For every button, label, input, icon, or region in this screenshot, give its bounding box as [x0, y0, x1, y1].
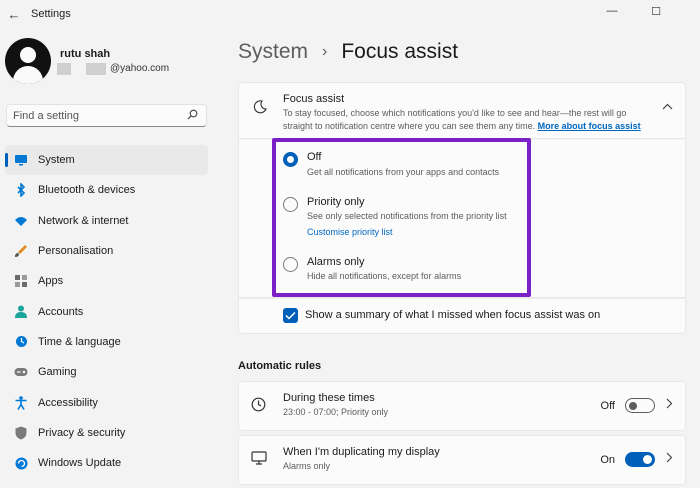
rule-subtitle: Alarms only	[283, 461, 331, 471]
email-redaction-block	[86, 63, 106, 75]
toggle-state-label: Off	[600, 400, 615, 412]
moon-icon	[253, 100, 267, 117]
clock-icon	[251, 397, 266, 416]
sidebar-item-label: System	[38, 154, 75, 167]
maximize-icon: ☐	[651, 5, 661, 18]
minimize-icon: —	[606, 5, 618, 17]
breadcrumb-parent[interactable]: System	[238, 40, 308, 64]
avatar[interactable]	[5, 38, 51, 84]
sidebar-item-label: Accounts	[38, 305, 84, 318]
sidebar-item-accounts[interactable]: Accounts	[5, 296, 208, 326]
person-icon	[14, 305, 28, 319]
summary-checkbox[interactable]	[283, 308, 298, 323]
user-email: @yahoo.com	[110, 63, 170, 74]
app-title: Settings	[31, 8, 71, 20]
minimize-button[interactable]: —	[590, 0, 634, 22]
shield-icon	[14, 426, 28, 440]
highlight-annotation-box	[272, 138, 531, 297]
sidebar-item-label: Privacy & security	[38, 426, 126, 439]
user-name: rutu shah	[60, 48, 111, 60]
sidebar-item-bluetooth[interactable]: Bluetooth & devices	[5, 175, 208, 205]
sidebar-item-gaming[interactable]: Gaming	[5, 357, 208, 387]
sidebar-item-label: Bluetooth & devices	[38, 184, 136, 197]
wifi-icon	[14, 214, 28, 228]
monitor-icon	[14, 153, 28, 167]
search-box[interactable]	[6, 104, 207, 127]
rule-toggle[interactable]	[625, 452, 655, 467]
maximize-button[interactable]: ☐	[634, 0, 678, 22]
bluetooth-icon	[14, 183, 28, 198]
sidebar-item-windows-update[interactable]: Windows Update	[5, 448, 208, 478]
rule-subtitle: 23:00 - 07:00; Priority only	[283, 407, 389, 417]
sidebar-item-label: Accessibility	[38, 396, 98, 409]
sidebar-item-accessibility[interactable]: Accessibility	[5, 387, 208, 417]
focus-assist-description: To stay focused, choose which notificati…	[283, 107, 653, 133]
toggle-knob	[629, 402, 637, 410]
sidebar-item-label: Apps	[38, 275, 64, 288]
more-about-focus-assist-link[interactable]: More about focus assist	[538, 121, 641, 131]
sidebar-item-system[interactable]: System	[5, 145, 208, 176]
sidebar-item-label: Personalisation	[38, 245, 114, 258]
apps-icon	[14, 274, 28, 288]
rule-during-these-times[interactable]: During these times 23:00 - 07:00; Priori…	[238, 381, 686, 431]
sidebar-item-apps[interactable]: Apps	[5, 266, 208, 296]
gamepad-icon	[14, 365, 28, 379]
sidebar-item-label: Gaming	[38, 366, 77, 379]
rule-title: During these times	[283, 392, 375, 404]
chevron-right-icon[interactable]	[666, 398, 673, 412]
brush-icon	[14, 244, 28, 258]
sidebar-item-label: Windows Update	[38, 457, 122, 470]
chevron-up-icon[interactable]	[662, 99, 673, 113]
back-button[interactable]: ←	[4, 4, 24, 24]
accessibility-icon	[14, 395, 28, 410]
sidebar-nav: System Bluetooth & devices Network & int…	[5, 145, 208, 478]
automatic-rules-heading: Automatic rules	[238, 360, 322, 372]
search-input[interactable]	[13, 108, 178, 124]
breadcrumb-separator: ›	[322, 43, 328, 60]
focus-assist-header[interactable]: Focus assist To stay focused, choose whi…	[238, 82, 686, 139]
sidebar-item-personalisation[interactable]: Personalisation	[5, 236, 208, 266]
sidebar-item-network[interactable]: Network & internet	[5, 206, 208, 236]
display-icon	[251, 451, 267, 469]
chevron-right-icon[interactable]	[666, 452, 673, 466]
focus-assist-title: Focus assist	[283, 93, 345, 105]
breadcrumb: System › Focus assist	[238, 36, 458, 68]
avatar-head-shape	[20, 47, 36, 63]
toggle-knob	[643, 455, 652, 464]
title-bar: ← Settings — ☐	[0, 0, 700, 28]
rule-toggle[interactable]	[625, 398, 655, 413]
globe-clock-icon	[14, 335, 28, 349]
summary-setting[interactable]: Show a summary of what I missed when foc…	[238, 298, 686, 334]
page-title: Focus assist	[341, 40, 459, 63]
toggle-state-label: On	[600, 454, 615, 466]
sidebar-item-label: Time & language	[38, 335, 121, 348]
rule-title: When I'm duplicating my display	[283, 446, 440, 458]
back-arrow-icon: ←	[7, 6, 21, 22]
email-redaction-block	[57, 63, 71, 75]
avatar-body-shape	[13, 66, 43, 84]
summary-label: Show a summary of what I missed when foc…	[305, 309, 601, 321]
sidebar-item-label: Network & internet	[38, 214, 129, 227]
rule-duplicating-display[interactable]: When I'm duplicating my display Alarms o…	[238, 435, 686, 485]
sidebar-item-time-language[interactable]: Time & language	[5, 327, 208, 357]
sidebar-item-privacy-security[interactable]: Privacy & security	[5, 418, 208, 448]
search-icon[interactable]	[187, 109, 198, 123]
update-icon	[14, 456, 28, 470]
